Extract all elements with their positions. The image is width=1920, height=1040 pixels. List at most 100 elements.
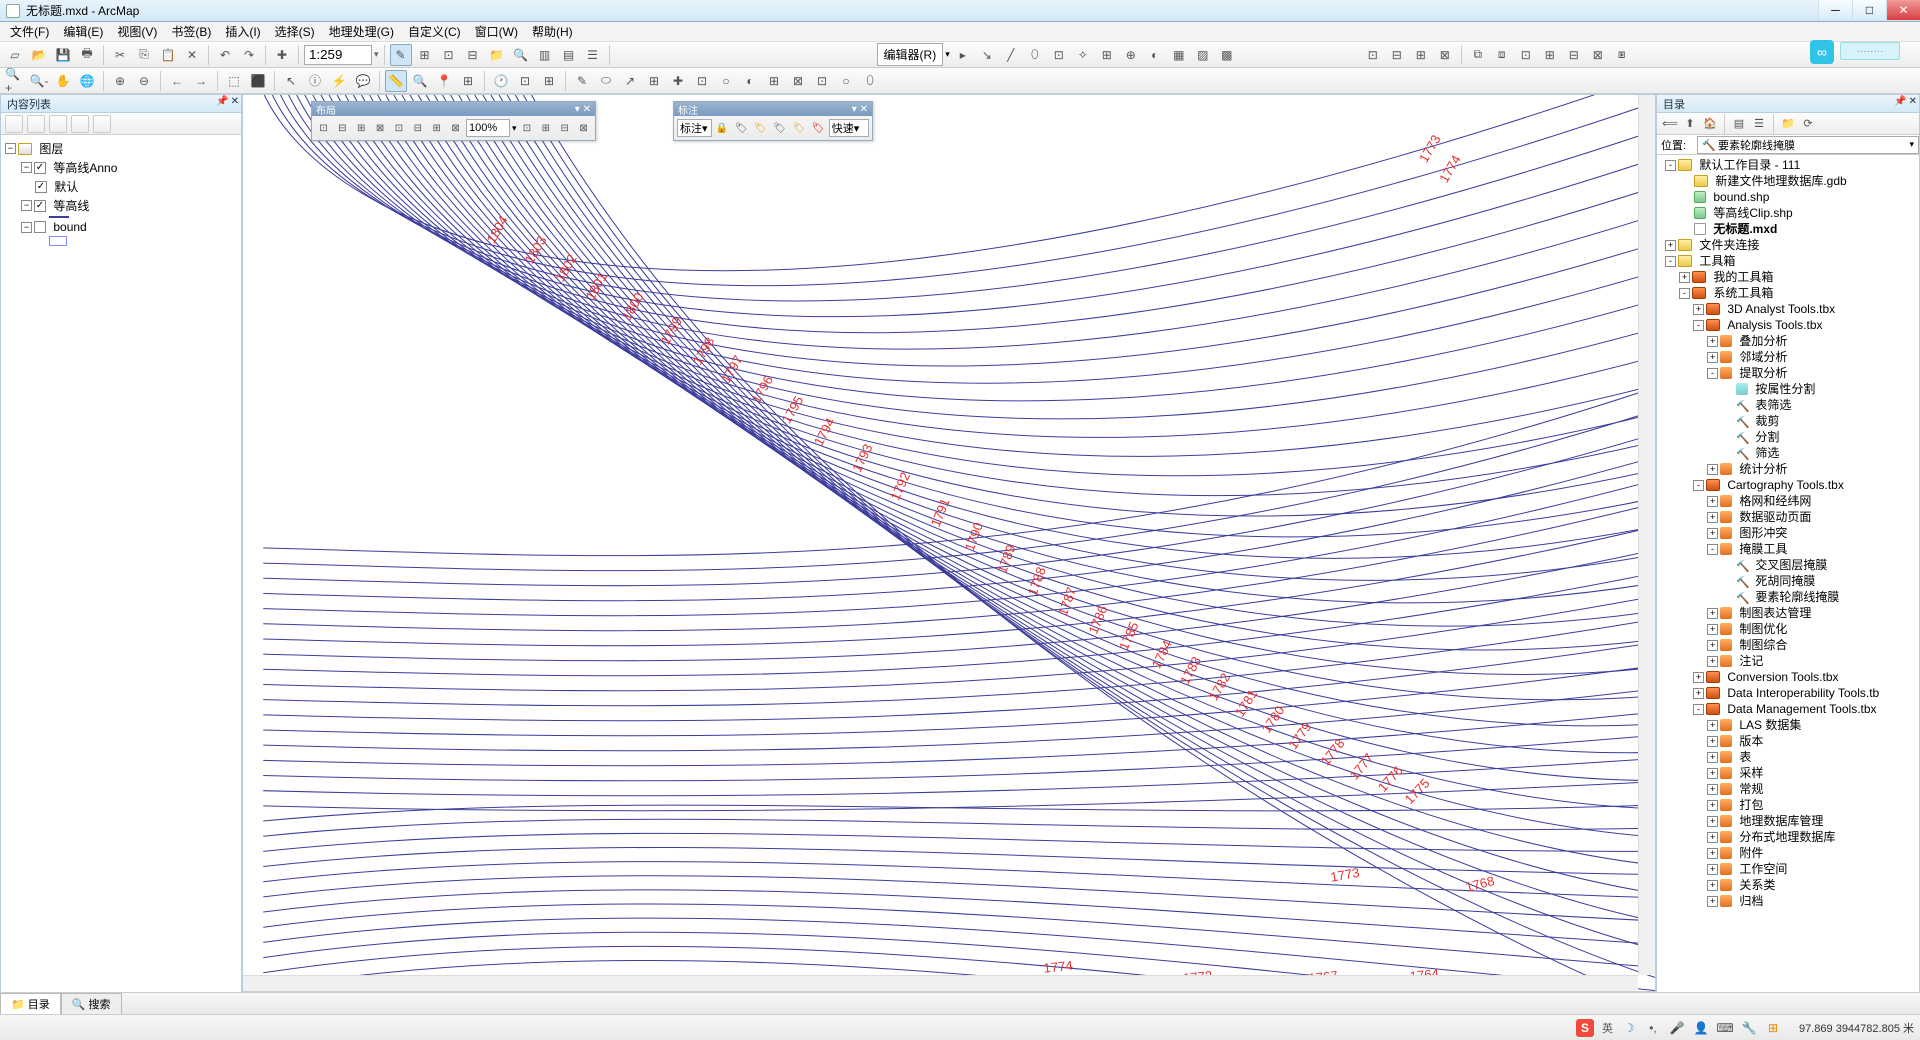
- toc-symbol[interactable]: [5, 235, 237, 247]
- menu-自定义(C)[interactable]: 自定义(C): [402, 21, 467, 42]
- catalog-item[interactable]: + 制图表达管理: [1659, 605, 1917, 621]
- zoom-in-button[interactable]: 🔍+: [4, 70, 26, 92]
- fixed-zoom-in[interactable]: ⊕: [109, 70, 131, 92]
- layout-btn[interactable]: ⊟: [556, 119, 573, 137]
- tray-dot-icon[interactable]: •,: [1645, 1020, 1661, 1036]
- cat-connect[interactable]: 📁: [1779, 115, 1797, 133]
- redo-button[interactable]: ↷: [238, 44, 260, 66]
- cat-up[interactable]: ⬆: [1681, 115, 1699, 133]
- toc-layer[interactable]: −✓ 等高线Anno: [5, 158, 237, 177]
- maximize-button[interactable]: □: [1852, 0, 1886, 20]
- vertical-scrollbar[interactable]: [1638, 95, 1655, 975]
- toolbar-btn[interactable]: ⊡: [438, 44, 460, 66]
- tray-person-icon[interactable]: 👤: [1693, 1020, 1709, 1036]
- identify-button[interactable]: ⓘ: [304, 70, 326, 92]
- select-elements[interactable]: ↖: [280, 70, 302, 92]
- scale-input[interactable]: [304, 45, 372, 65]
- menu-窗口(W)[interactable]: 窗口(W): [469, 21, 524, 42]
- layout-btn[interactable]: ⊞: [428, 119, 445, 137]
- copy-button[interactable]: ⎘: [133, 44, 155, 66]
- menu-编辑(E)[interactable]: 编辑(E): [57, 21, 109, 42]
- tray-moon-icon[interactable]: ☽: [1621, 1020, 1637, 1036]
- cat-back[interactable]: ⟸: [1661, 115, 1679, 133]
- catalog-item[interactable]: + 图形冲突: [1659, 525, 1917, 541]
- clear-selection[interactable]: ⬛: [247, 70, 269, 92]
- catalog-item[interactable]: + 文件夹连接: [1659, 237, 1917, 253]
- netdisk-icon[interactable]: ∞: [1810, 40, 1834, 64]
- catalog-item[interactable]: + 格网和经纬网: [1659, 493, 1917, 509]
- edit-tool[interactable]: ▦: [1168, 44, 1190, 66]
- label-btn[interactable]: 🏷: [771, 119, 788, 137]
- draw-tool[interactable]: ⬯: [859, 70, 881, 92]
- catalog-item[interactable]: 🔨 死胡同掩膜: [1659, 573, 1917, 589]
- toc-options[interactable]: [93, 115, 111, 133]
- add-data-button[interactable]: ✚: [271, 44, 293, 66]
- ime-lang[interactable]: 英: [1602, 1020, 1613, 1036]
- toolbar-btn[interactable]: ⊞: [414, 44, 436, 66]
- catalog-item[interactable]: + 注记: [1659, 653, 1917, 669]
- toc-root[interactable]: − 图层: [5, 139, 237, 158]
- label-btn[interactable]: 🏷: [733, 119, 750, 137]
- draw-tool[interactable]: ✎: [571, 70, 593, 92]
- catalog-item[interactable]: + 归档: [1659, 893, 1917, 909]
- catalog-item[interactable]: + 我的工具箱: [1659, 269, 1917, 285]
- cat-home[interactable]: 🏠: [1701, 115, 1719, 133]
- catalog-item[interactable]: + 地理数据库管理: [1659, 813, 1917, 829]
- layout-btn[interactable]: ⊞: [537, 119, 554, 137]
- catalog-item[interactable]: + 叠加分析: [1659, 333, 1917, 349]
- label-btn[interactable]: 🏷: [752, 119, 769, 137]
- catalog-item[interactable]: 🔨 要素轮廓线掩膜: [1659, 589, 1917, 605]
- layout-btn[interactable]: ⊠: [575, 119, 592, 137]
- layout-btn[interactable]: ⊡: [315, 119, 332, 137]
- catalog-item[interactable]: - 工具箱: [1659, 253, 1917, 269]
- edit-tool[interactable]: ⊡: [1048, 44, 1070, 66]
- catalog-item[interactable]: + 制图优化: [1659, 621, 1917, 637]
- close-button[interactable]: ✕: [1886, 0, 1920, 20]
- html-popup[interactable]: 💬: [352, 70, 374, 92]
- edit-tool[interactable]: ↘: [976, 44, 998, 66]
- draw-tool[interactable]: ⬭: [595, 70, 617, 92]
- catalog-item[interactable]: + 版本: [1659, 733, 1917, 749]
- georef-tool[interactable]: ⊡: [1362, 44, 1384, 66]
- edit-tool[interactable]: ╱: [1000, 44, 1022, 66]
- toolbar-btn[interactable]: ☰: [582, 44, 604, 66]
- draw-tool[interactable]: ✚: [667, 70, 689, 92]
- toc-list-by-drawing[interactable]: [5, 115, 23, 133]
- draw-tool[interactable]: ○: [715, 70, 737, 92]
- open-button[interactable]: 📂: [28, 44, 50, 66]
- catalog-item[interactable]: + 分布式地理数据库: [1659, 829, 1917, 845]
- catalog-item[interactable]: - Cartography Tools.tbx: [1659, 477, 1917, 493]
- pin-icon[interactable]: 📌: [1894, 96, 1906, 107]
- zoom-pct-input[interactable]: [466, 119, 510, 137]
- cat-toggle[interactable]: ▤: [1730, 115, 1748, 133]
- catalog-item[interactable]: + 工作空间: [1659, 861, 1917, 877]
- georef-tool[interactable]: ⊞: [1410, 44, 1432, 66]
- map-canvas[interactable]: 1804180318021801180017991798179717961795…: [243, 95, 1655, 1013]
- tray-wrench-icon[interactable]: 🔧: [1741, 1020, 1757, 1036]
- close-icon[interactable]: ✕: [231, 96, 239, 107]
- sogou-icon[interactable]: S: [1576, 1019, 1594, 1037]
- location-input[interactable]: 🔨要素轮廓线掩膜▾: [1697, 136, 1919, 154]
- layout-toolbar[interactable]: 布局▾ ✕ ⊡ ⊟ ⊞ ⊠ ⊡ ⊟ ⊞ ⊠ ▾ ⊡ ⊞ ⊟ ⊠: [311, 101, 596, 141]
- catalog-item[interactable]: - 系统工具箱: [1659, 285, 1917, 301]
- viewer-button[interactable]: ⊞: [538, 70, 560, 92]
- create-viewer[interactable]: ⊡: [514, 70, 536, 92]
- speed-dropdown[interactable]: 快速▾: [829, 119, 869, 137]
- edit-tool[interactable]: ▨: [1192, 44, 1214, 66]
- georef-tool[interactable]: ⊟: [1386, 44, 1408, 66]
- fixed-zoom-out[interactable]: ⊖: [133, 70, 155, 92]
- toc-layer[interactable]: − bound: [5, 219, 237, 235]
- toc-layer[interactable]: −✓ 等高线: [5, 196, 237, 215]
- draw-tool[interactable]: ⊡: [811, 70, 833, 92]
- select-features[interactable]: ⬚: [223, 70, 245, 92]
- layout-btn[interactable]: ⊞: [353, 119, 370, 137]
- pin-icon[interactable]: 📌: [216, 96, 228, 107]
- catalog-item[interactable]: + LAS 数据集: [1659, 717, 1917, 733]
- catalog-item[interactable]: 🔨 交叉图层掩膜: [1659, 557, 1917, 573]
- draw-tool[interactable]: ⊡: [691, 70, 713, 92]
- edit-tool[interactable]: ⊞: [1096, 44, 1118, 66]
- catalog-item[interactable]: + 制图综合: [1659, 637, 1917, 653]
- catalog-button[interactable]: 📁: [486, 44, 508, 66]
- delete-button[interactable]: ✕: [181, 44, 203, 66]
- georef-tool[interactable]: ⊟: [1563, 44, 1585, 66]
